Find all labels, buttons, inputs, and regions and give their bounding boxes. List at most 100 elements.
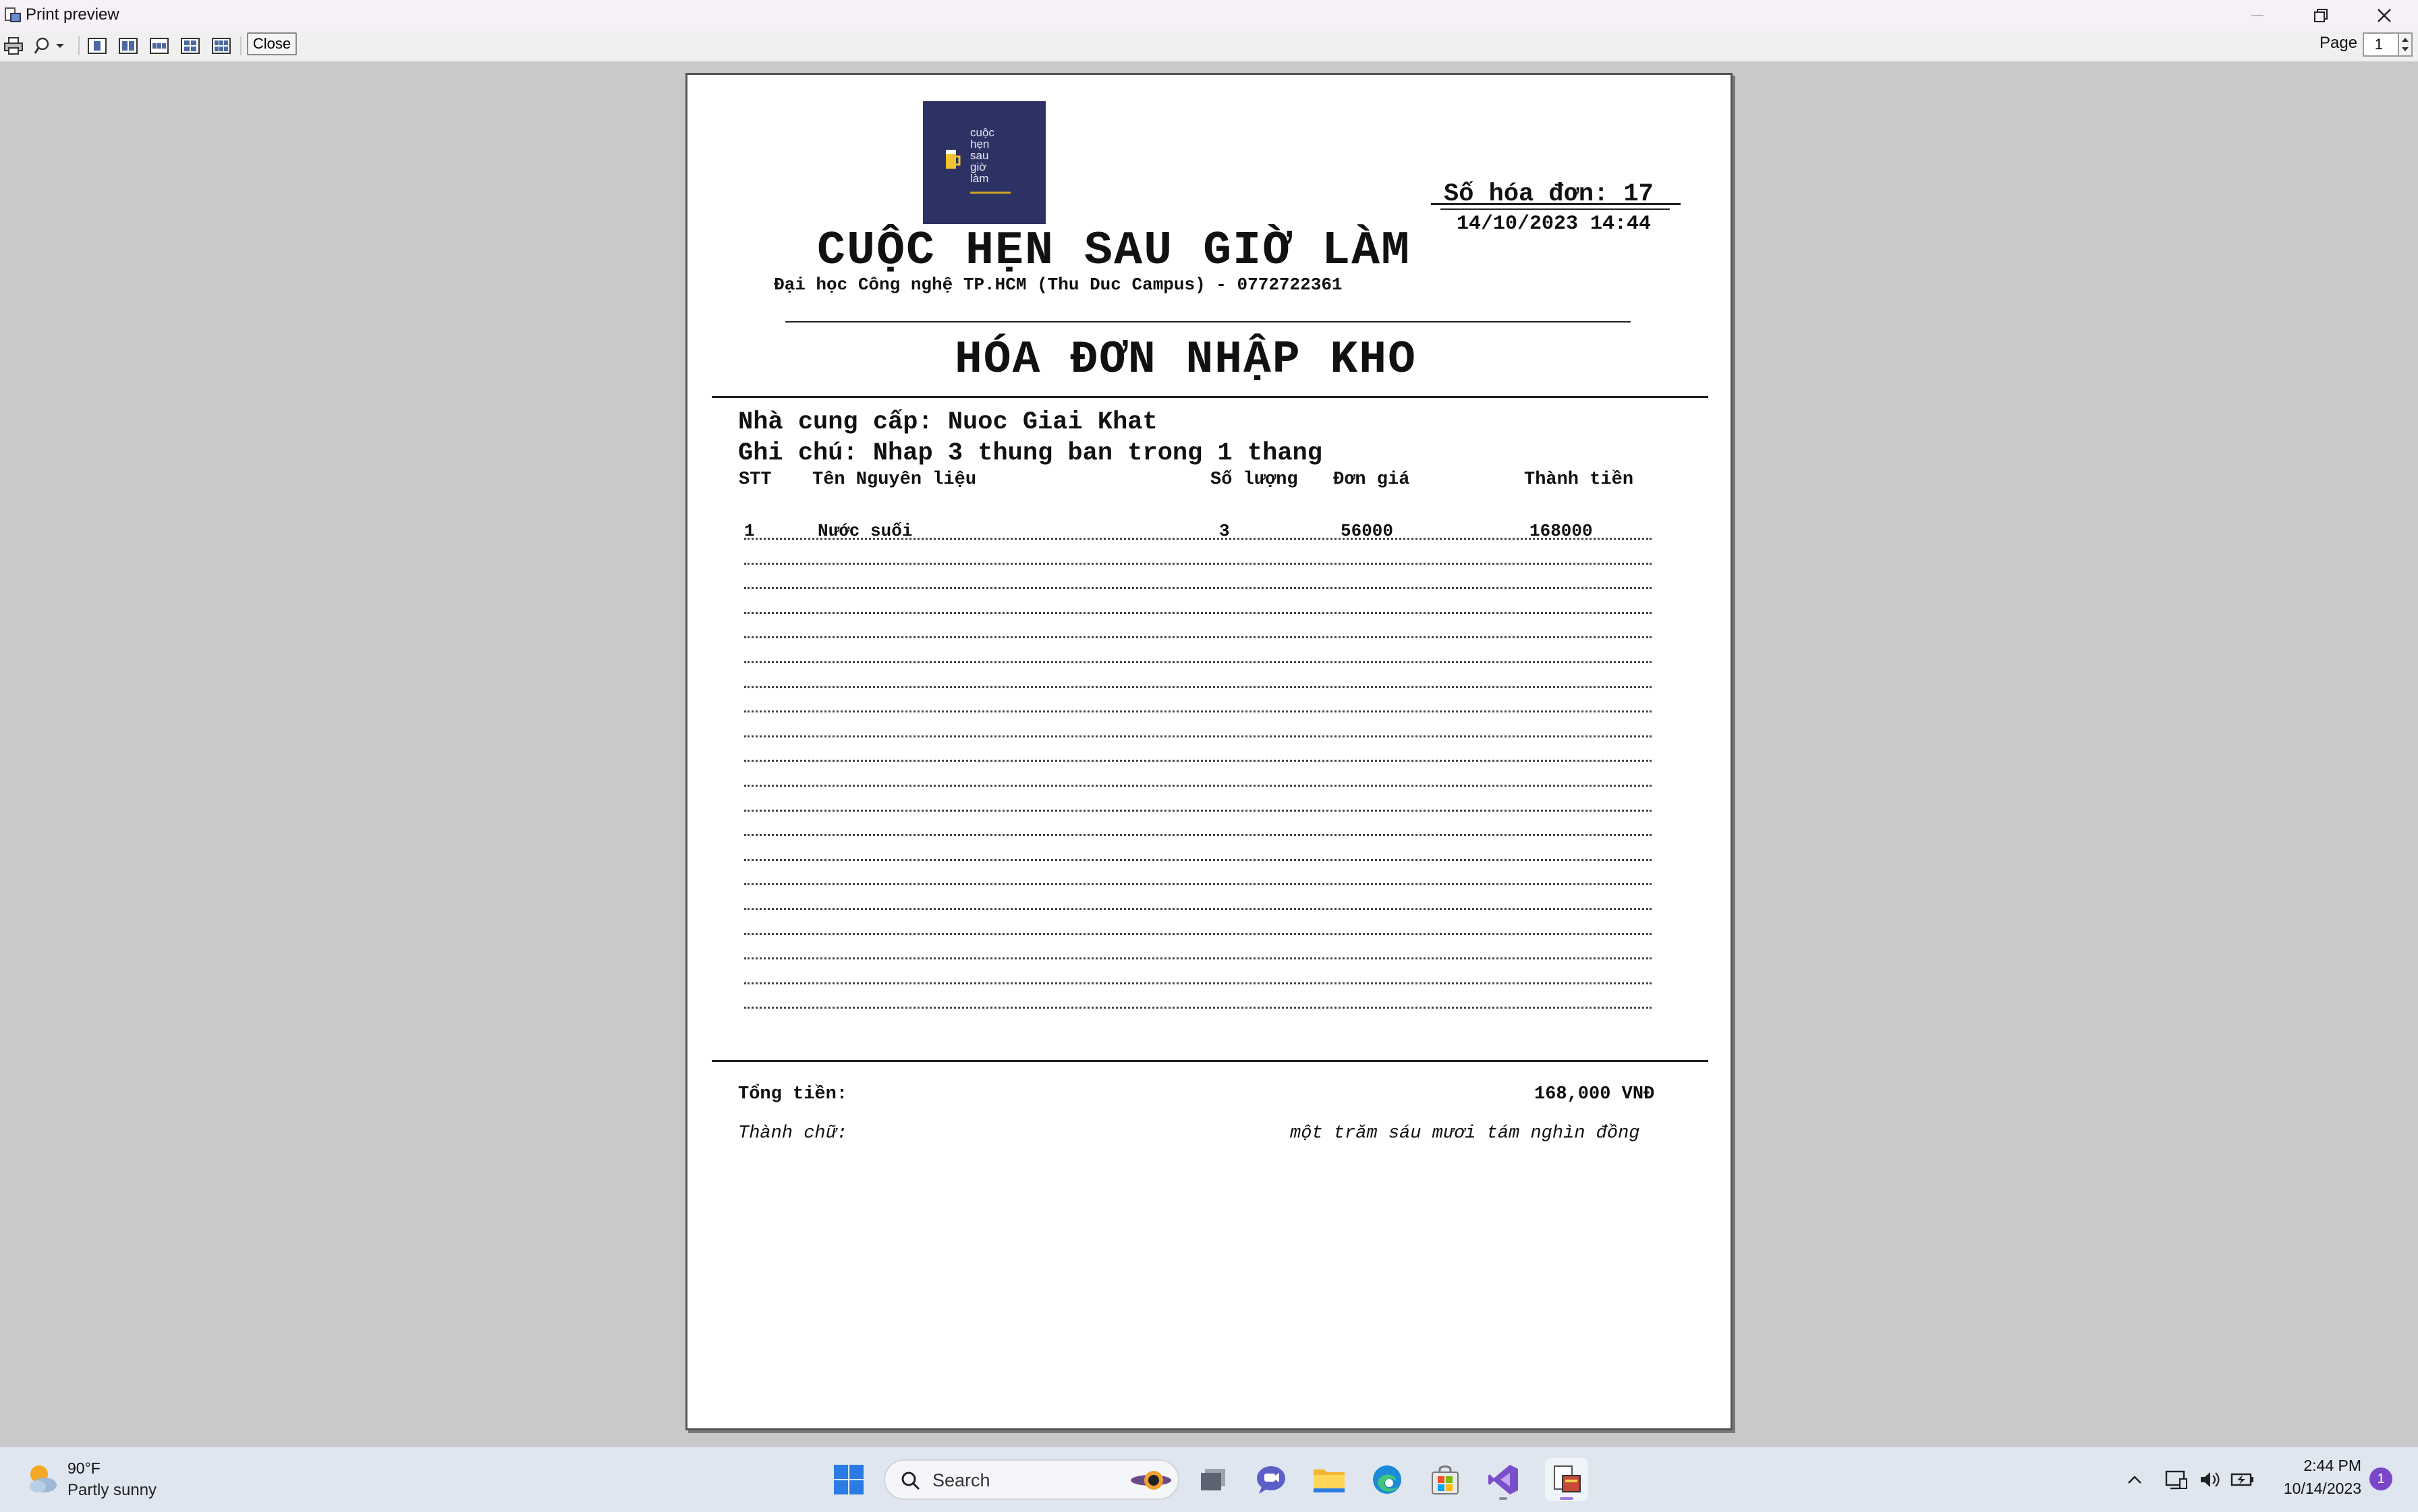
close-window-button[interactable] bbox=[2353, 0, 2415, 31]
table-dotted-line bbox=[744, 760, 1652, 762]
taskbar-print-preview-app[interactable] bbox=[1545, 1458, 1588, 1501]
active-indicator bbox=[1560, 1497, 1573, 1500]
shop-name: CUỘC HẸN SAU GIỜ LÀM bbox=[817, 225, 1411, 278]
page-spinner-arrows[interactable] bbox=[2399, 32, 2413, 57]
table-dotted-line bbox=[744, 735, 1652, 737]
column-header-qty: Số lượng bbox=[1210, 470, 1298, 490]
window-title-bar: Print preview bbox=[0, 0, 2418, 31]
partly-sunny-icon bbox=[30, 1465, 57, 1492]
network-tray-button[interactable] bbox=[2164, 1467, 2189, 1492]
chevron-down-icon bbox=[56, 44, 64, 48]
table-dotted-line bbox=[744, 883, 1652, 885]
invoice-datetime: 14/10/2023 14:44 bbox=[1457, 213, 1652, 235]
table-dotted-line bbox=[744, 859, 1652, 861]
printer-icon bbox=[4, 37, 23, 55]
table-dotted-line bbox=[744, 834, 1652, 836]
taskbar-search[interactable]: Search bbox=[884, 1459, 1179, 1500]
four-pages-button[interactable] bbox=[178, 35, 202, 57]
clock-time[interactable]: 2:44 PM bbox=[2294, 1457, 2361, 1475]
logo-text: cuộc hẹn sau giờ làm bbox=[970, 126, 994, 185]
clock-date[interactable]: 10/14/2023 bbox=[2274, 1480, 2361, 1498]
restore-button[interactable] bbox=[2290, 0, 2352, 31]
speaker-icon bbox=[2201, 1472, 2220, 1487]
minimize-icon bbox=[2251, 15, 2264, 16]
shop-address: Đại học Công nghệ TP.HCM (Thu Duc Campus… bbox=[774, 275, 1343, 295]
notification-badge[interactable]: 1 bbox=[2369, 1467, 2392, 1490]
document-title: HÓA ĐƠN NHẬP KHO bbox=[955, 334, 1417, 386]
invoice-underline bbox=[1440, 208, 1670, 210]
store-bag-icon bbox=[1432, 1465, 1459, 1494]
spinner-arrows-icon bbox=[2402, 38, 2409, 51]
window-title: Print preview bbox=[26, 5, 119, 24]
supplier-line: Nhà cung cấp: Nuoc Giai Khat bbox=[738, 408, 1158, 437]
taskbar-task-view[interactable] bbox=[1191, 1458, 1235, 1501]
column-header-name: Tên Nguyên liệu bbox=[812, 470, 977, 490]
teams-chat-icon bbox=[1257, 1466, 1285, 1494]
close-preview-button[interactable]: Close bbox=[247, 32, 297, 55]
print-preview-app-icon bbox=[5, 7, 21, 22]
volume-tray-button[interactable] bbox=[2198, 1467, 2222, 1492]
weather-temperature: 90°F bbox=[67, 1459, 101, 1477]
taskbar-store[interactable] bbox=[1424, 1458, 1467, 1501]
search-highlight-icon bbox=[1131, 1471, 1171, 1490]
folder-icon bbox=[1314, 1469, 1345, 1492]
weather-condition: Partly sunny bbox=[67, 1481, 157, 1499]
start-button[interactable] bbox=[827, 1458, 870, 1501]
magnifier-icon bbox=[34, 37, 49, 54]
table-dotted-line bbox=[744, 587, 1652, 589]
chevron-up-icon bbox=[2128, 1476, 2141, 1484]
column-header-price: Đơn giá bbox=[1333, 470, 1410, 490]
taskbar-file-explorer[interactable] bbox=[1308, 1458, 1351, 1501]
visual-studio-icon bbox=[1488, 1465, 1518, 1494]
running-indicator bbox=[1499, 1497, 1507, 1500]
table-dotted-line bbox=[744, 538, 1652, 540]
page-label: Page bbox=[2319, 34, 2358, 52]
invoice-underline bbox=[1431, 203, 1681, 205]
taskbar-visual-studio[interactable] bbox=[1482, 1458, 1525, 1501]
battery-charging-icon bbox=[2230, 1473, 2253, 1486]
battery-tray-button[interactable] bbox=[2230, 1467, 2255, 1492]
table-dotted-line bbox=[744, 908, 1652, 910]
minimize-button[interactable] bbox=[2226, 0, 2288, 31]
print-preview-taskbar-icon bbox=[1554, 1465, 1581, 1492]
column-header-amount: Thành tiền bbox=[1524, 470, 1634, 490]
task-view-icon bbox=[1201, 1469, 1225, 1490]
table-dotted-line bbox=[744, 785, 1652, 787]
table-dotted-line bbox=[744, 957, 1652, 959]
note-line: Ghi chú: Nhap 3 thung ban trong 1 thang bbox=[738, 439, 1322, 468]
one-page-button[interactable] bbox=[85, 35, 109, 57]
table-dotted-line bbox=[744, 933, 1652, 935]
six-pages-button[interactable] bbox=[209, 35, 233, 57]
preview-page: cuộc hẹn sau giờ làm Số hóa đơn: 17 14/1… bbox=[685, 73, 1733, 1430]
print-preview-toolbar bbox=[0, 31, 2418, 62]
toolbar-separator bbox=[240, 36, 242, 55]
windows-logo-icon bbox=[834, 1465, 864, 1494]
zoom-dropdown-button[interactable] bbox=[30, 35, 70, 57]
table-dotted-line bbox=[744, 636, 1652, 638]
total-value: 168,000 VNĐ bbox=[1534, 1084, 1655, 1104]
amount-in-words-value: một trăm sáu mươi tám nghìn đồng bbox=[1290, 1123, 1640, 1144]
taskbar-teams[interactable] bbox=[1249, 1458, 1293, 1501]
print-button[interactable] bbox=[1, 35, 26, 57]
three-pages-button[interactable] bbox=[147, 35, 171, 57]
total-label: Tổng tiền: bbox=[738, 1084, 848, 1104]
divider bbox=[712, 1060, 1708, 1062]
taskbar: 90°F Partly sunny Search 2:44 PM 10/14/2… bbox=[0, 1447, 2418, 1512]
page-number-input[interactable]: 1 bbox=[2363, 32, 2399, 57]
table-dotted-line bbox=[744, 810, 1652, 812]
two-pages-button[interactable] bbox=[116, 35, 140, 57]
table-dotted-line bbox=[744, 982, 1652, 984]
table-dotted-line bbox=[744, 612, 1652, 614]
four-pages-icon bbox=[181, 38, 200, 54]
show-hidden-icons-button[interactable] bbox=[2122, 1467, 2147, 1492]
taskbar-edge[interactable] bbox=[1366, 1458, 1409, 1501]
column-header-stt: STT bbox=[739, 470, 772, 490]
restore-icon bbox=[2314, 9, 2328, 22]
two-pages-icon bbox=[119, 38, 138, 54]
table-dotted-line bbox=[744, 710, 1652, 712]
divider bbox=[785, 321, 1631, 323]
divider bbox=[712, 396, 1708, 398]
table-dotted-line bbox=[744, 563, 1652, 565]
table-dotted-line bbox=[744, 686, 1652, 688]
network-icon bbox=[2165, 1470, 2187, 1490]
